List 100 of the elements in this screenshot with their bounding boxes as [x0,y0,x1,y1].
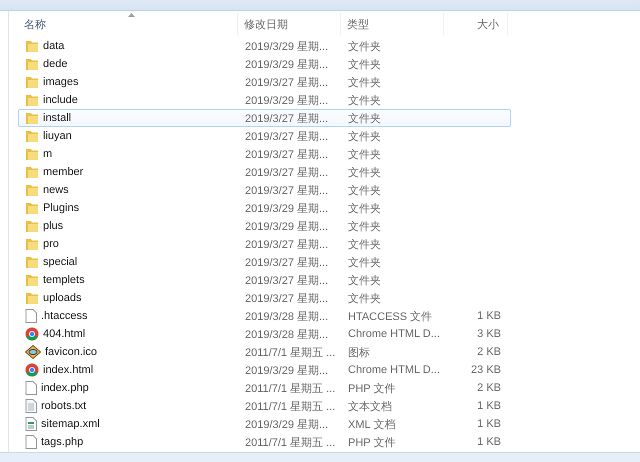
file-row[interactable]: pro 2019/3/27 星期... 文件夹 [18,235,511,253]
type-cell-text: 文件夹 [347,292,382,306]
file-name: data [43,40,64,52]
file-name: liuyan [43,130,72,142]
date-cell-text: 2019/3/29 星期... [244,364,330,378]
folder-icon [25,39,39,53]
date-cell-text: 2019/3/29 星期... [244,220,330,234]
file-row[interactable]: robots.txt 2011/7/1 星期五 ... 文本文档 1 KB [18,397,511,415]
file-name: member [43,166,84,178]
column-header[interactable]: 修改日期 [238,13,341,35]
folder-icon [25,93,39,107]
date-cell-text: 2019/3/27 星期... [244,292,330,306]
folder-icon [25,165,39,179]
date-cell-text: 2019/3/29 星期... [244,58,330,72]
file-name: pro [43,238,59,250]
file-row[interactable]: index.php 2011/7/1 星期五 ... PHP 文件 2 KB [18,379,511,397]
file-row[interactable]: images 2019/3/27 星期... 文件夹 [18,73,511,91]
date-cell-text: 2011/7/1 星期五 ... [244,382,336,396]
column-header[interactable]: 大小 [444,13,508,35]
file-name: uploads [43,292,82,304]
file-row[interactable]: data 2019/3/29 星期... 文件夹 [18,37,511,55]
file-row[interactable]: liuyan 2019/3/27 星期... 文件夹 [18,127,511,145]
browser-icon [25,363,39,377]
date-cell-text: 2011/7/1 星期五 ... [244,346,336,360]
file-name: m [43,148,52,160]
type-cell-text: Chrome HTML D... [347,328,441,340]
text-file-icon [25,399,37,413]
file-name: Plugins [43,202,80,214]
file-name: index.html [43,364,94,376]
folder-icon [25,57,39,71]
type-cell-text: HTACCESS 文件 [347,310,434,324]
file-name: special [43,256,78,268]
folder-icon [25,273,39,287]
date-cell-text: 2019/3/27 星期... [244,112,330,126]
type-cell-text: 文件夹 [347,112,382,126]
file-row[interactable]: index.html 2019/3/29 星期... Chrome HTML D... 23 KB [18,361,511,379]
folder-icon [25,129,39,143]
file-icon [25,309,37,323]
file-row[interactable]: member 2019/3/27 星期... 文件夹 [18,163,511,181]
size-cell: 3 KB [477,328,501,340]
file-name: news [43,184,69,196]
date-cell-text: 2019/3/27 星期... [244,256,330,270]
file-name: 404.html [43,328,86,340]
file-name: templets [43,274,85,286]
type-cell-text: 图标 [347,346,371,360]
folder-icon [25,111,39,125]
column-header[interactable]: 名称 [18,13,238,35]
file-row[interactable]: plus 2019/3/29 星期... 文件夹 [18,217,511,235]
folder-icon [25,237,39,251]
type-cell-text: 文件夹 [347,238,382,252]
date-cell-text: 2011/7/1 星期五 ... [244,400,336,414]
date-cell-text: 2019/3/27 星期... [244,148,330,162]
type-cell-text: 文件夹 [347,148,382,162]
file-row[interactable]: install 2019/3/27 星期... 文件夹 [18,109,511,127]
type-cell-text: 文件夹 [347,166,382,180]
date-cell-text: 2019/3/27 星期... [244,274,330,288]
file-row[interactable]: tags.php 2011/7/1 星期五 ... PHP 文件 1 KB [18,433,511,451]
file-name: favicon.ico [45,346,97,358]
folder-icon [25,291,39,305]
file-row[interactable]: 404.html 2019/3/28 星期... Chrome HTML D... 3 KB [18,325,511,343]
date-cell-text: 2019/3/29 星期... [244,202,330,216]
file-icon [25,435,37,449]
date-cell-text: 2019/3/28 星期... [244,310,330,324]
type-cell-text: 文本文档 [347,400,393,414]
file-row[interactable]: templets 2019/3/27 星期... 文件夹 [18,271,511,289]
file-row[interactable]: .htaccess 2019/3/28 星期... HTACCESS 文件 1 KB [18,307,511,325]
file-name: install [43,112,72,124]
type-cell-text: 文件夹 [347,76,382,90]
type-cell-text: XML 文档 [347,418,396,432]
file-name: sitemap.xml [41,418,100,430]
file-row[interactable]: include 2019/3/29 星期... 文件夹 [18,91,511,109]
size-cell: 1 KB [477,418,501,430]
size-cell: 2 KB [477,382,501,394]
file-row[interactable]: Plugins 2019/3/29 星期... 文件夹 [18,199,511,217]
file-row[interactable]: special 2019/3/27 星期... 文件夹 [18,253,511,271]
date-cell-text: 2011/7/1 星期五 ... [244,436,336,450]
file-name: images [43,76,78,88]
type-cell-text: 文件夹 [347,274,382,288]
file-name: robots.txt [41,400,86,412]
type-cell-text: 文件夹 [347,202,382,216]
folder-icon [25,75,39,89]
file-name: include [43,94,78,106]
file-name: .htaccess [41,310,88,322]
column-header[interactable]: 类型 [341,13,444,35]
file-row[interactable]: news 2019/3/27 星期... 文件夹 [18,181,511,199]
file-row[interactable]: favicon.ico 2011/7/1 星期五 ... 图标 2 KB [18,343,511,361]
file-name: plus [43,220,64,232]
file-row[interactable]: sitemap.xml 2019/3/29 星期... XML 文档 1 KB [18,415,511,433]
type-cell-text: 文件夹 [347,256,382,270]
type-cell-text: Chrome HTML D... [347,364,441,376]
file-row[interactable]: uploads 2019/3/27 星期... 文件夹 [18,289,511,307]
size-cell: 23 KB [471,364,501,376]
folder-icon [25,219,39,233]
type-cell-text: 文件夹 [347,184,382,198]
folder-icon [25,183,39,197]
file-row[interactable]: m 2019/3/27 星期... 文件夹 [18,145,511,163]
file-row[interactable]: dede 2019/3/29 星期... 文件夹 [18,55,511,73]
date-cell-text: 2019/3/28 星期... [244,328,330,342]
date-cell-text: 2019/3/29 星期... [244,94,330,108]
date-cell-text: 2019/3/27 星期... [244,238,330,252]
